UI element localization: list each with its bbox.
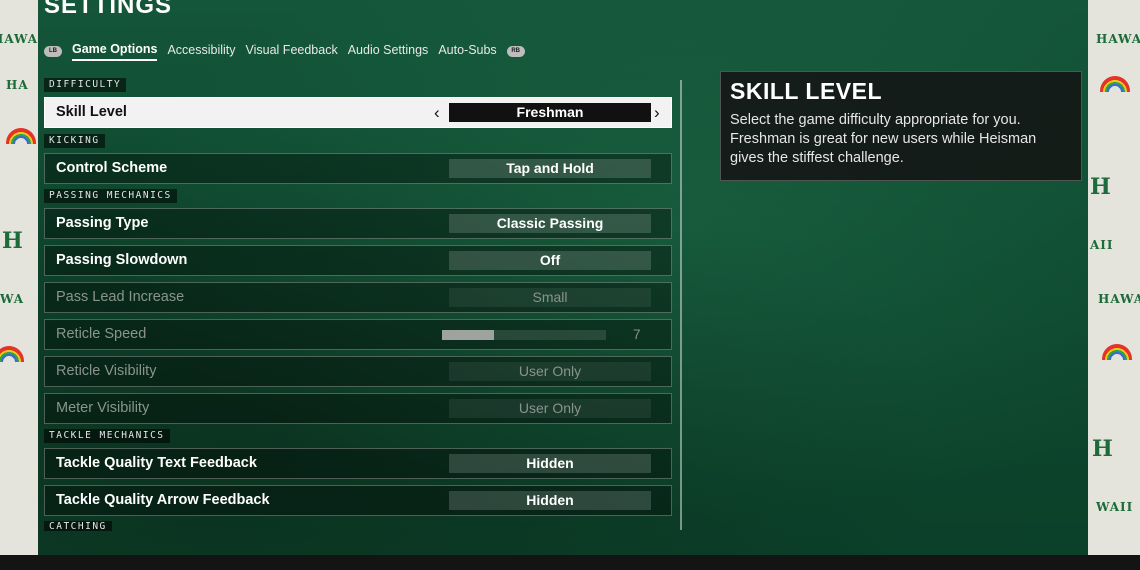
rainbow-icon [1100, 76, 1130, 92]
lb-button-icon[interactable]: LB [44, 45, 62, 57]
reticle-speed-slider [442, 330, 606, 340]
setting-value: Freshman [449, 103, 651, 122]
help-title: SKILL LEVEL [730, 78, 883, 104]
banner-text: HAWAI [1096, 32, 1140, 46]
setting-label: Tackle Quality Text Feedback [56, 455, 257, 471]
setting-control-scheme[interactable]: Control Scheme Tap and Hold [44, 153, 672, 184]
page-title: SETTINGS [44, 0, 173, 19]
setting-meter-visibility: Meter Visibility User Only [44, 393, 672, 424]
banner-text: HAWAI [1098, 292, 1140, 306]
tab-audio-settings[interactable]: Audio Settings [348, 43, 429, 60]
setting-value: Classic Passing [449, 214, 651, 233]
h-logo-icon: H [2, 228, 23, 254]
banner-text: HAWAI [0, 32, 38, 46]
chevron-right-icon[interactable]: › [654, 98, 660, 127]
setting-label: Reticle Visibility [56, 363, 157, 379]
section-header-tackle: TACKLE MECHANICS [44, 429, 170, 443]
help-panel: SKILL LEVEL Select the game difficulty a… [720, 71, 1082, 181]
banner-text: WAII [1096, 500, 1134, 514]
banner-text: WA [0, 292, 25, 306]
right-banner: HAWAI H AII HAWAI H WAII [1088, 0, 1140, 555]
setting-label: Passing Slowdown [56, 252, 188, 268]
h-logo-icon: H [1090, 174, 1111, 200]
rainbow-icon [1102, 344, 1132, 360]
section-header-kicking: KICKING [44, 134, 105, 148]
chevron-left-icon[interactable]: ‹ [434, 98, 440, 127]
setting-passing-type[interactable]: Passing Type Classic Passing [44, 208, 672, 239]
setting-value: Off [449, 251, 651, 270]
setting-pass-lead-increase: Pass Lead Increase Small [44, 282, 672, 313]
setting-reticle-speed: Reticle Speed 7 [44, 319, 672, 350]
setting-label: Reticle Speed [56, 326, 147, 342]
section-header-passing: PASSING MECHANICS [44, 189, 177, 203]
section-header-difficulty: DIFFICULTY [44, 78, 127, 92]
tab-game-options[interactable]: Game Options [72, 42, 158, 61]
rainbow-icon [0, 346, 24, 362]
setting-label: Pass Lead Increase [56, 289, 185, 305]
slider-value: 7 [633, 327, 641, 342]
setting-tackle-text-feedback[interactable]: Tackle Quality Text Feedback Hidden [44, 448, 672, 479]
tab-accessibility[interactable]: Accessibility [167, 43, 235, 60]
setting-value: User Only [449, 399, 651, 418]
setting-value: Tap and Hold [449, 159, 651, 178]
panel-divider [680, 80, 682, 530]
bottom-bar [0, 555, 1140, 570]
section-header-catching: CATCHING [44, 521, 112, 531]
setting-passing-slowdown[interactable]: Passing Slowdown Off [44, 245, 672, 276]
tab-visual-feedback[interactable]: Visual Feedback [246, 43, 338, 60]
slider-fill [442, 330, 495, 340]
tab-auto-subs[interactable]: Auto-Subs [438, 43, 496, 60]
left-banner: HAWAI HA H WA [0, 0, 38, 555]
banner-text: HA [6, 78, 29, 92]
setting-value: Hidden [449, 454, 651, 473]
setting-label: Tackle Quality Arrow Feedback [56, 492, 270, 508]
setting-value: Small [449, 288, 651, 307]
h-logo-icon: H [1092, 436, 1113, 462]
setting-label: Meter Visibility [56, 400, 150, 416]
rb-button-icon[interactable]: RB [506, 45, 525, 57]
rainbow-icon [6, 128, 36, 144]
banner-text: AII [1090, 238, 1114, 252]
help-description: Select the game difficulty appropriate f… [730, 112, 1037, 166]
setting-skill-level[interactable]: Skill Level ‹ Freshman › [44, 97, 672, 128]
setting-value: Hidden [449, 491, 651, 510]
setting-label: Passing Type [56, 215, 149, 231]
tab-bar: LB Game Options Accessibility Visual Fee… [44, 41, 525, 61]
setting-tackle-arrow-feedback[interactable]: Tackle Quality Arrow Feedback Hidden [44, 485, 672, 516]
setting-value: User Only [449, 362, 651, 381]
setting-reticle-visibility: Reticle Visibility User Only [44, 356, 672, 387]
setting-label: Skill Level [56, 104, 127, 120]
setting-label: Control Scheme [56, 160, 168, 176]
